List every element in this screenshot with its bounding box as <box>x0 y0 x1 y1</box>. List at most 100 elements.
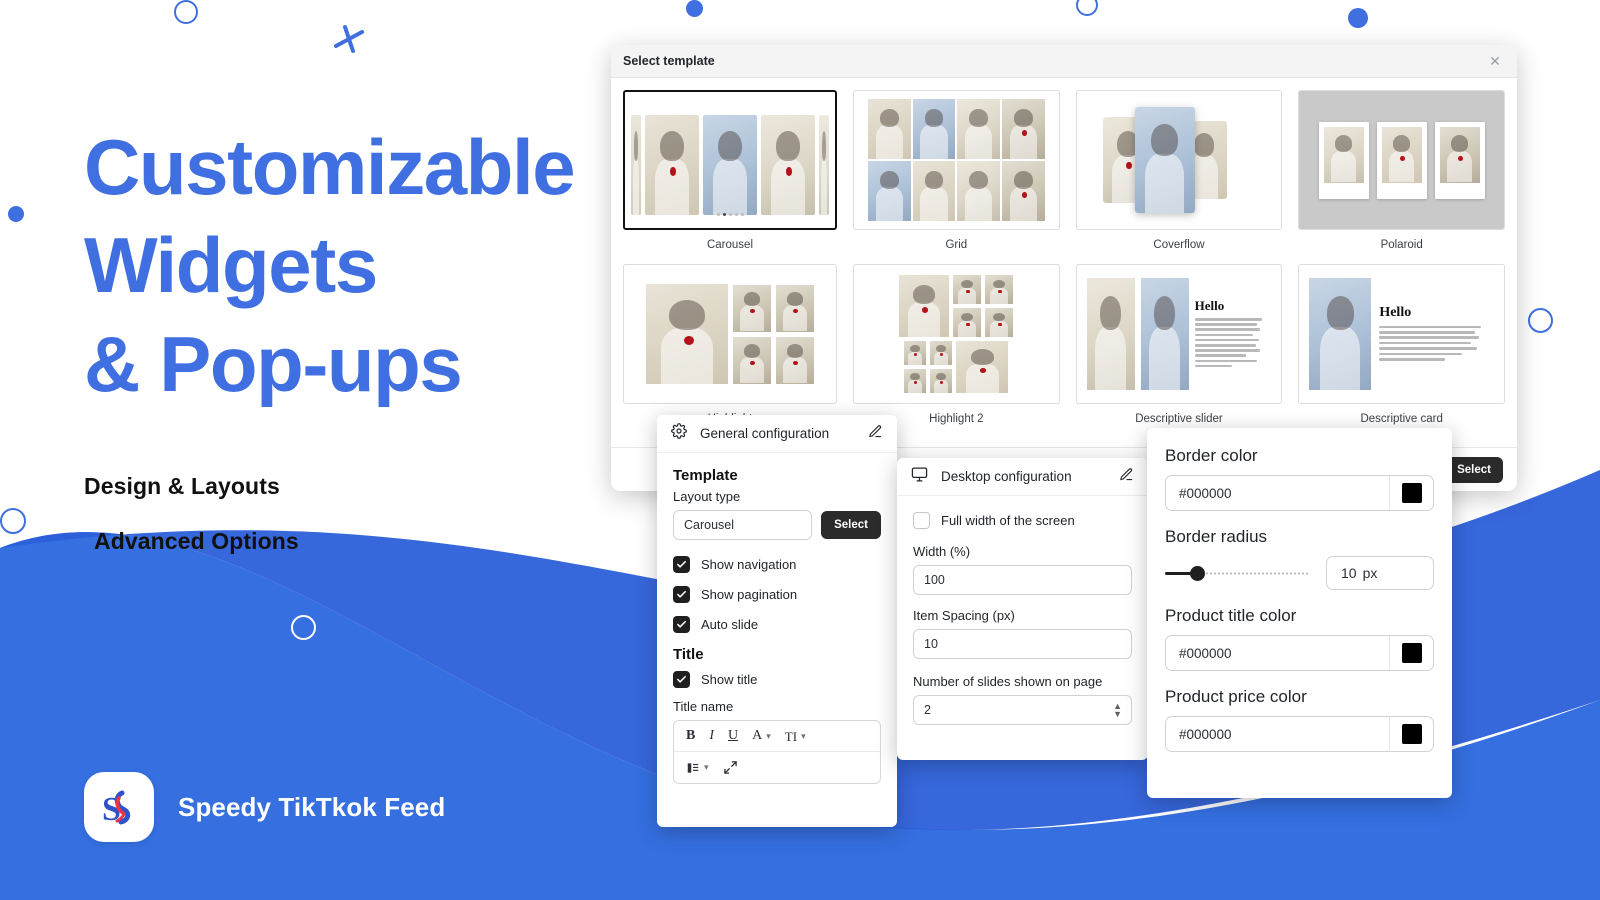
chevron-down-icon: ▾ <box>801 730 806 741</box>
desktop-panel-title: Desktop configuration <box>941 469 1072 484</box>
carousel-pagination-dots <box>625 213 835 216</box>
template-card-descriptive-slider[interactable]: Hello Descriptive slider <box>1075 264 1283 430</box>
template-card-carousel[interactable]: Carousel <box>623 90 837 256</box>
general-panel-body: Template Layout type Carousel Select Sho… <box>657 453 897 800</box>
template-thumb-descriptive-card[interactable]: Hello <box>1298 264 1505 404</box>
font-color-icon[interactable]: A ▾ <box>752 729 771 743</box>
app-logo: S <box>84 772 154 842</box>
template-card-coverflow[interactable]: Coverflow <box>1075 90 1283 256</box>
product-title-color-swatch-button[interactable] <box>1389 636 1433 670</box>
layout-select-button[interactable]: Select <box>821 511 881 539</box>
template-label: Polaroid <box>1380 239 1423 251</box>
page-title: Customizable Widgets & Pop-ups <box>84 118 576 413</box>
template-group-title: Template <box>673 467 738 484</box>
fullscreen-icon[interactable] <box>723 760 738 775</box>
checkbox-label: Full width of the screen <box>941 513 1075 528</box>
product-price-color-field[interactable]: #000000 <box>1165 716 1434 752</box>
template-card-descriptive-card[interactable]: Hello Descriptive card <box>1298 264 1505 430</box>
checkbox-row-show-title[interactable]: Show title <box>673 671 881 688</box>
decor-plus-icon <box>328 18 370 60</box>
product-price-color-swatch-button[interactable] <box>1389 717 1433 751</box>
layout-type-input[interactable]: Carousel <box>673 510 813 540</box>
brand-name: Speedy TikTkok Feed <box>178 791 446 822</box>
brand-lockup: S Speedy TikTkok Feed <box>84 772 445 842</box>
border-color-label: Border color <box>1165 446 1258 465</box>
border-color-field[interactable]: #000000 <box>1165 475 1434 511</box>
decor-ring-3 <box>0 508 26 534</box>
hero-line-3: & Pop-ups <box>84 319 463 408</box>
modal-select-button[interactable]: Select <box>1445 456 1503 483</box>
decor-dot-3 <box>8 206 24 222</box>
border-radius-unit: px <box>1362 565 1378 581</box>
title-group-title: Title <box>673 646 704 663</box>
bold-icon[interactable]: B <box>686 729 695 743</box>
product-price-color-value[interactable]: #000000 <box>1166 717 1389 751</box>
color-swatch <box>1401 643 1422 663</box>
hero-line-2: Widgets <box>84 221 378 310</box>
width-label: Width (%) <box>913 544 971 559</box>
desktop-panel-body: Full width of the screen Width (%) 100 I… <box>897 496 1148 741</box>
product-price-color-block: Product price color #000000 <box>1165 687 1434 752</box>
checkbox-checked-icon[interactable] <box>673 556 690 573</box>
item-spacing-input[interactable]: 10 <box>913 629 1132 659</box>
width-input[interactable]: 100 <box>913 565 1132 595</box>
template-grid: Carousel Grid Coverflow Polaroid Highlig… <box>611 78 1517 447</box>
checkbox-row-show-pagination[interactable]: Show pagination <box>673 586 881 603</box>
template-card-highlight2[interactable]: Highlight 2 <box>853 264 1060 430</box>
thumb-photo <box>761 115 815 215</box>
checkbox-row-full-width[interactable]: Full width of the screen <box>913 512 1132 529</box>
border-radius-value-box[interactable]: 10 px <box>1326 556 1434 590</box>
checkbox-checked-icon[interactable] <box>673 671 690 688</box>
align-list-icon[interactable]: ▾ <box>686 761 709 775</box>
pencil-icon[interactable] <box>868 424 883 444</box>
slides-count-stepper[interactable]: 2 ▲ ▼ <box>913 695 1132 725</box>
stepper-arrows-icon[interactable]: ▲ ▼ <box>1113 702 1122 719</box>
slides-count-input[interactable]: 2 <box>913 695 1132 725</box>
checkbox-row-auto-slide[interactable]: Auto slide <box>673 616 881 633</box>
checkbox-unchecked-icon[interactable] <box>913 512 930 529</box>
thumb-heading: Hello <box>1379 304 1412 320</box>
slider-knob[interactable] <box>1189 565 1205 581</box>
border-radius-slider[interactable] <box>1165 565 1310 581</box>
text-size-icon[interactable]: TI ▾ <box>785 730 806 743</box>
chevron-down-icon: ▾ <box>704 762 709 772</box>
template-thumb-grid[interactable] <box>853 90 1060 230</box>
template-thumb-highlight[interactable] <box>623 264 837 404</box>
checkbox-label: Show navigation <box>701 557 797 572</box>
italic-icon[interactable]: I <box>709 729 714 743</box>
template-card-grid[interactable]: Grid <box>853 90 1060 256</box>
template-card-highlight[interactable]: Highlight <box>623 264 837 430</box>
gear-icon <box>671 423 687 444</box>
product-title-color-field[interactable]: #000000 <box>1165 635 1434 671</box>
template-card-polaroid[interactable]: Polaroid <box>1298 90 1505 256</box>
general-panel-title: General configuration <box>700 426 830 441</box>
thumb-photo <box>703 115 757 215</box>
close-icon[interactable]: ✕ <box>1487 53 1503 69</box>
template-thumb-carousel[interactable] <box>623 90 837 230</box>
checkbox-checked-icon[interactable] <box>673 616 690 633</box>
checkbox-label: Show pagination <box>701 587 798 602</box>
desktop-icon <box>911 466 928 488</box>
decor-ring-5 <box>1528 308 1553 333</box>
style-panel-body: Border color #000000 Border radius 10 px <box>1147 428 1452 770</box>
slides-count-label: Number of slides shown on page <box>913 674 1103 689</box>
checkbox-row-show-navigation[interactable]: Show navigation <box>673 556 881 573</box>
checkbox-checked-icon[interactable] <box>673 586 690 603</box>
template-thumb-highlight2[interactable] <box>853 264 1060 404</box>
border-color-swatch-button[interactable] <box>1389 476 1433 510</box>
modal-header: Select template ✕ <box>611 45 1517 78</box>
product-title-color-value[interactable]: #000000 <box>1166 636 1389 670</box>
thumb-photo <box>645 115 699 215</box>
thumb-photo <box>631 115 641 215</box>
hero-section: Customizable Widgets & Pop-ups Design & … <box>84 118 576 555</box>
rte-row-layout: ▾ <box>674 752 880 783</box>
template-thumb-coverflow[interactable] <box>1075 90 1283 230</box>
template-thumb-descriptive-slider[interactable]: Hello <box>1075 264 1283 404</box>
border-color-block: Border color #000000 <box>1165 446 1434 511</box>
pencil-icon[interactable] <box>1119 467 1134 487</box>
speedy-s-logo-icon: S <box>102 790 131 828</box>
template-thumb-polaroid[interactable] <box>1298 90 1505 230</box>
border-color-value[interactable]: #000000 <box>1166 476 1389 510</box>
hero-subtitle-1: Design & Layouts <box>84 472 280 499</box>
underline-icon[interactable]: U <box>728 729 738 743</box>
